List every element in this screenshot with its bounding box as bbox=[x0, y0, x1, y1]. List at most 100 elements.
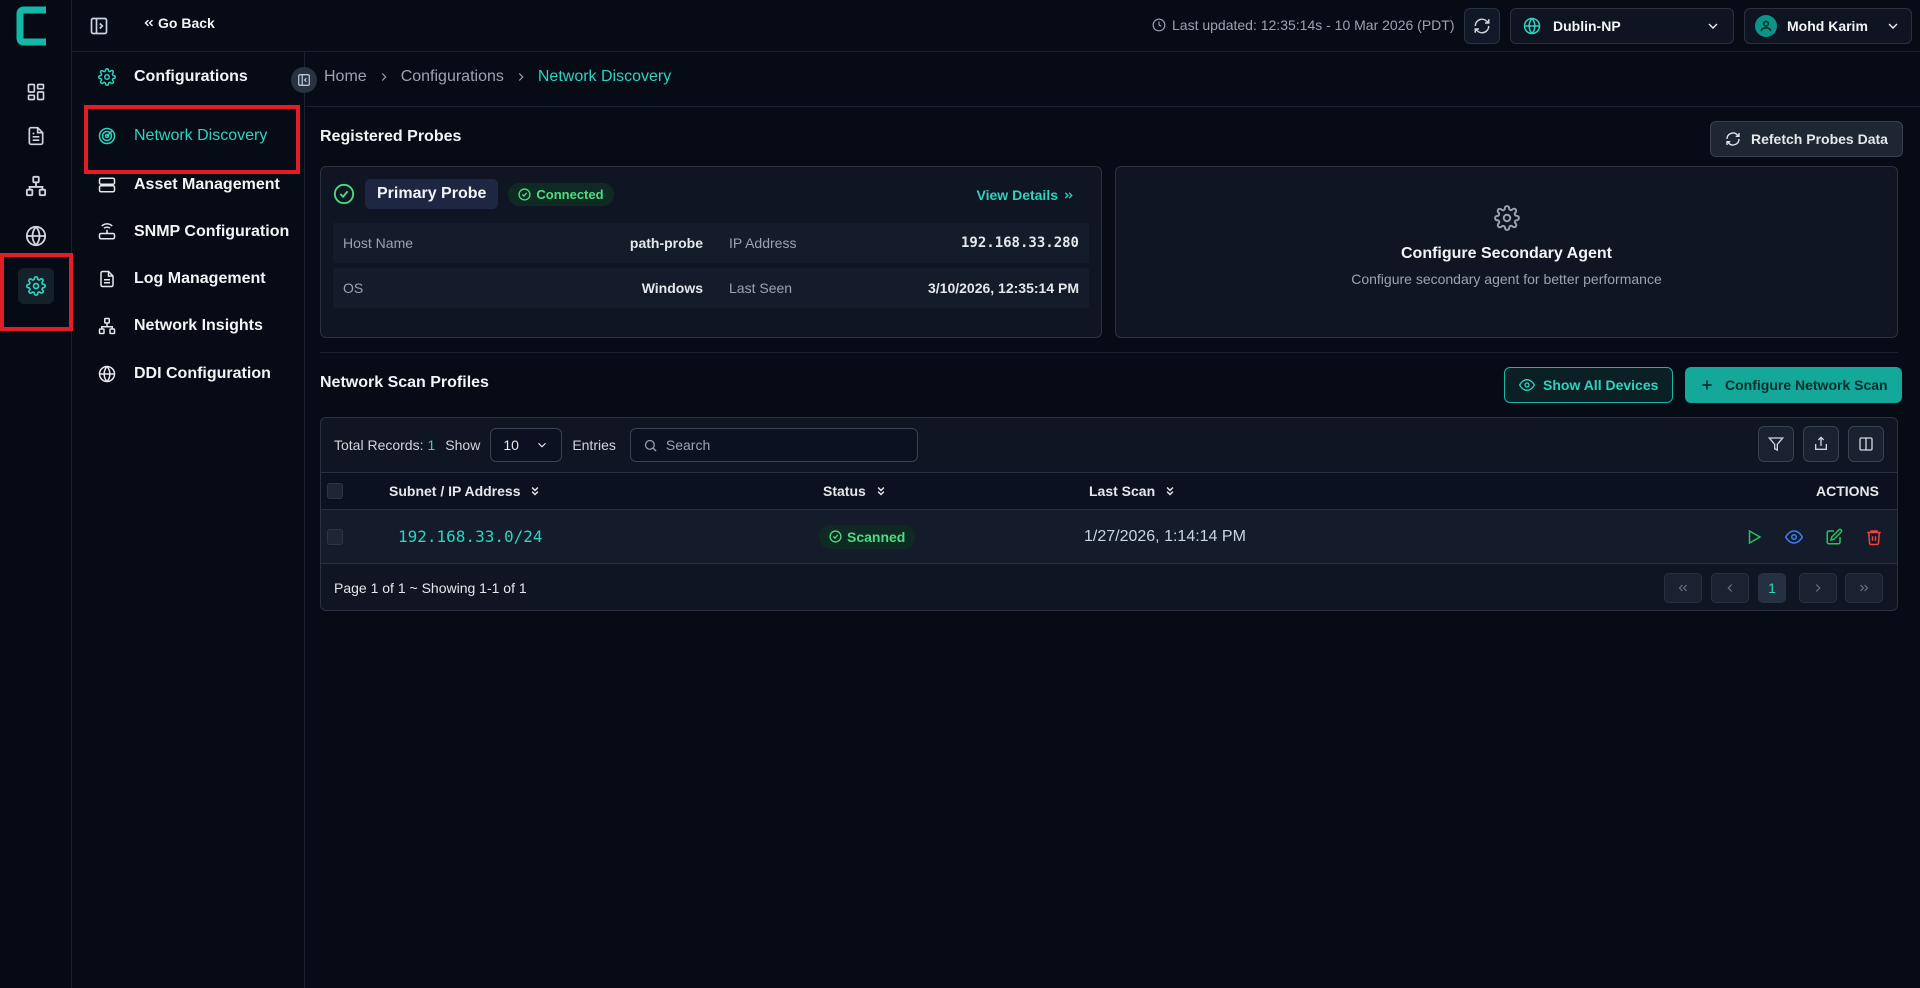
plus-icon bbox=[1702, 380, 1712, 390]
host-name-label: Host Name bbox=[343, 235, 414, 251]
secondary-agent-content: Configure Secondary Agent Configure seco… bbox=[1116, 205, 1897, 287]
view-details-link[interactable]: View Details bbox=[977, 187, 1075, 203]
last-seen-label: Last Seen bbox=[729, 280, 793, 296]
secondary-agent-card[interactable]: Configure Secondary Agent Configure seco… bbox=[1115, 166, 1898, 338]
collapse-sidebar-icon[interactable] bbox=[291, 67, 317, 93]
last-updated: Last updated: 12:35:14s - 10 Mar 2026 (P… bbox=[1152, 17, 1455, 33]
chevron-left-icon bbox=[1727, 584, 1733, 592]
export-button[interactable] bbox=[1803, 426, 1839, 462]
breadcrumb-current: Network Discovery bbox=[537, 68, 672, 85]
previous-page-button[interactable] bbox=[1711, 573, 1749, 603]
os-label: OS bbox=[343, 280, 364, 296]
play-icon[interactable] bbox=[1743, 526, 1765, 548]
section-divider bbox=[320, 352, 1898, 353]
status-badge-label: Scanned bbox=[847, 528, 906, 545]
select-all-checkbox[interactable] bbox=[327, 483, 343, 499]
scan-profiles-title: Network Scan Profiles bbox=[320, 374, 489, 391]
sidebar-item-label: SNMP Configuration bbox=[134, 223, 290, 240]
total-records-label: Total Records: bbox=[334, 437, 424, 453]
refresh-button[interactable] bbox=[1464, 8, 1500, 44]
sidebar-item-asset-management[interactable]: Asset Management bbox=[98, 176, 280, 194]
column-header-actions: ACTIONS bbox=[1816, 473, 1879, 509]
status-badge: Scanned bbox=[819, 524, 916, 549]
sidebar-item-log-management[interactable]: Log Management bbox=[98, 270, 266, 288]
document-icon[interactable] bbox=[18, 118, 54, 154]
sort-icon bbox=[532, 486, 539, 496]
next-page-button[interactable] bbox=[1799, 573, 1837, 603]
chevrons-left-icon bbox=[1678, 584, 1687, 592]
chevron-down-icon bbox=[1708, 23, 1718, 29]
sidebar-item-ddi-configuration[interactable]: DDI Configuration bbox=[98, 365, 271, 383]
total-records-count: 1 bbox=[427, 437, 436, 453]
site-select-value: Dublin-NP bbox=[1553, 18, 1621, 34]
probe-name: Primary Probe bbox=[365, 179, 499, 209]
user-icon bbox=[1760, 20, 1772, 32]
columns-icon bbox=[1859, 437, 1873, 451]
eye-icon[interactable] bbox=[1783, 526, 1805, 548]
sidebar-item-network-insights[interactable]: Network Insights bbox=[98, 317, 263, 335]
column-header-status[interactable]: Status bbox=[823, 473, 888, 509]
breadcrumb: Home Configurations Network Discovery bbox=[324, 68, 671, 86]
configure-network-scan-label: Configure Network Scan bbox=[1725, 377, 1888, 393]
chevrons-left-icon bbox=[144, 19, 154, 27]
document-icon bbox=[98, 270, 116, 288]
chevron-right-icon bbox=[1815, 584, 1821, 592]
sidebar-item-label: Log Management bbox=[134, 270, 266, 287]
show-all-devices-button[interactable]: Show All Devices bbox=[1504, 367, 1674, 403]
search-input[interactable] bbox=[665, 437, 896, 453]
breadcrumb-divider bbox=[305, 106, 1920, 107]
last-page-button[interactable] bbox=[1845, 573, 1883, 603]
server-icon bbox=[98, 176, 116, 194]
refetch-probes-button[interactable]: Refetch Probes Data bbox=[1710, 121, 1903, 157]
page-number-button[interactable]: 1 bbox=[1758, 573, 1786, 603]
filter-button[interactable] bbox=[1758, 426, 1794, 462]
settings-icon[interactable] bbox=[18, 268, 54, 304]
column-header-subnet[interactable]: Subnet / IP Address bbox=[389, 473, 542, 509]
breadcrumb-home[interactable]: Home bbox=[324, 68, 367, 86]
dashboard-icon[interactable] bbox=[18, 74, 54, 110]
check-circle-icon bbox=[518, 187, 531, 201]
subnet-link[interactable]: 192.168.33.0/24 bbox=[398, 527, 543, 546]
search-icon bbox=[644, 439, 657, 452]
refresh-icon bbox=[1726, 132, 1740, 146]
column-header-label: Last Scan bbox=[1089, 483, 1156, 499]
entries-label: Entries bbox=[572, 437, 616, 453]
primary-probe-card: Primary Probe Connected View Details Hos… bbox=[320, 166, 1102, 338]
sidebar-item-network-discovery[interactable]: Network Discovery bbox=[98, 127, 267, 145]
site-select[interactable]: Dublin-NP bbox=[1510, 8, 1734, 44]
columns-button[interactable] bbox=[1848, 426, 1884, 462]
status-badge: Connected bbox=[508, 182, 614, 206]
column-header-label: Subnet / IP Address bbox=[389, 483, 521, 499]
topology-icon[interactable] bbox=[18, 168, 54, 204]
chevron-right-icon bbox=[518, 73, 524, 81]
page-size-select[interactable]: 10 bbox=[490, 428, 563, 462]
row-select-cell bbox=[327, 510, 343, 563]
globe-icon[interactable] bbox=[18, 218, 54, 254]
config-sidebar-title-label: Configurations bbox=[134, 68, 248, 85]
sidebar-item-snmp-configuration[interactable]: SNMP Configuration bbox=[98, 223, 289, 241]
edit-icon[interactable] bbox=[1823, 526, 1845, 548]
column-header-last-scan[interactable]: Last Scan bbox=[1089, 473, 1177, 509]
table-row: 192.168.33.0/24 Scanned 1/27/2026, 1:14:… bbox=[321, 510, 1897, 564]
filter-icon bbox=[1768, 437, 1784, 452]
radar-icon bbox=[98, 127, 116, 145]
breadcrumb-configurations[interactable]: Configurations bbox=[401, 68, 504, 86]
refetch-probes-label: Refetch Probes Data bbox=[1751, 131, 1888, 147]
configure-network-scan-button[interactable]: Configure Network Scan bbox=[1685, 367, 1902, 403]
show-all-devices-label: Show All Devices bbox=[1543, 377, 1659, 393]
go-back-button[interactable]: Go Back bbox=[142, 15, 215, 31]
user-name: Mohd Karim bbox=[1787, 18, 1868, 34]
row-checkbox[interactable] bbox=[327, 528, 343, 545]
actions-cell bbox=[1743, 510, 1885, 563]
user-menu[interactable]: Mohd Karim bbox=[1744, 8, 1912, 44]
ip-address-value: 192.168.33.280 bbox=[960, 235, 1079, 251]
clock-icon bbox=[1152, 18, 1166, 32]
sidebar-toggle-icon[interactable] bbox=[87, 14, 111, 38]
sort-icon bbox=[1166, 486, 1174, 496]
app-logo[interactable] bbox=[16, 6, 52, 46]
view-details-label: View Details bbox=[976, 187, 1058, 203]
trash-icon[interactable] bbox=[1863, 526, 1885, 548]
chevrons-right-icon bbox=[1860, 584, 1869, 592]
first-page-button[interactable] bbox=[1664, 573, 1702, 603]
table-footer: Page 1 of 1 ~ Showing 1-1 of 1 bbox=[321, 564, 1897, 610]
